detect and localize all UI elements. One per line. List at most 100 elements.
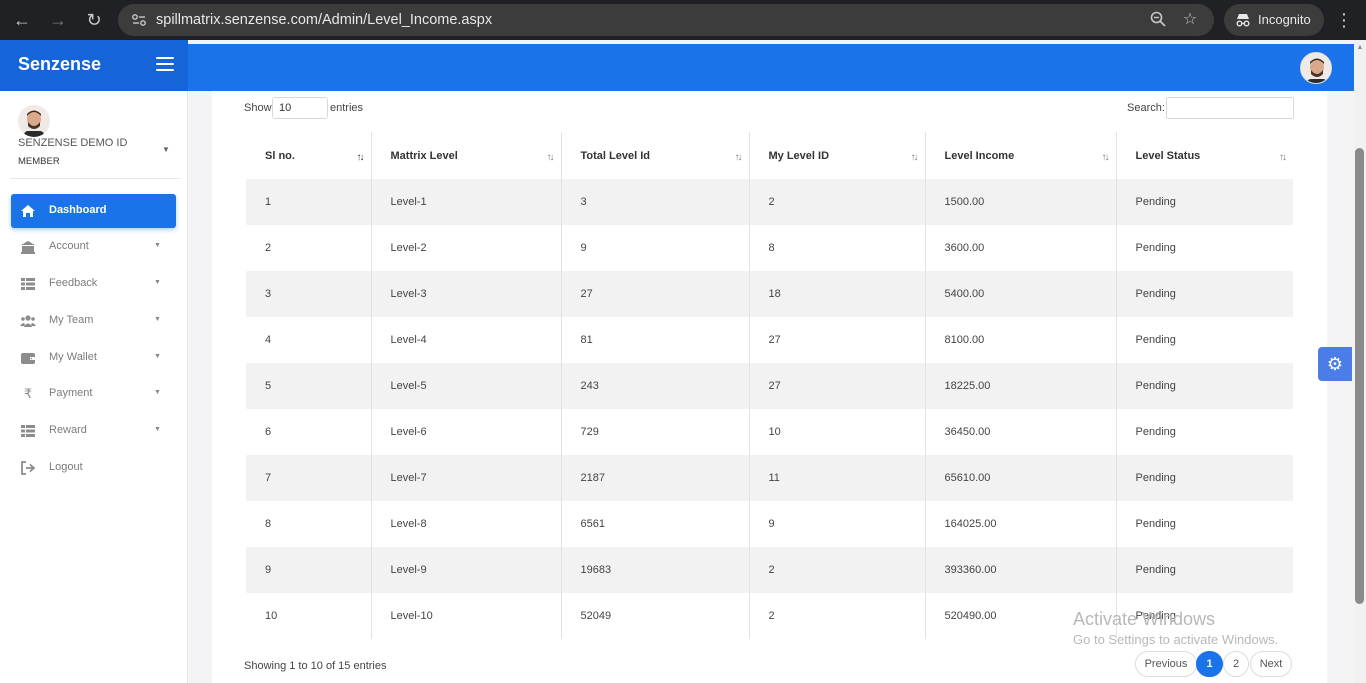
table-cell: 18 [749, 271, 926, 317]
chevron-down-icon[interactable]: ▼ [162, 145, 170, 154]
sidebar-item-label: Account [49, 240, 89, 252]
incognito-badge[interactable]: Incognito [1224, 4, 1324, 36]
table-cell: 2 [749, 179, 926, 225]
sidebar-divider [10, 178, 180, 179]
column-header-label: Level Status [1135, 149, 1201, 162]
bookmark-star-icon[interactable]: ☆ [1180, 10, 1200, 30]
avatar[interactable] [1300, 52, 1332, 84]
sidebar-item-label: Payment [49, 387, 93, 399]
column-header-level-income[interactable]: Level Income ↑↓ [925, 132, 1117, 179]
forward-arrow-icon[interactable]: → [46, 8, 70, 32]
table-row: 8 Level-8 6561 9 164025.00 Pending [246, 501, 1293, 547]
sort-icon: ↑↓ [1101, 152, 1110, 163]
sidebar-item-dashboard[interactable]: Dashboard [11, 194, 176, 228]
home-icon [20, 203, 36, 219]
table-cell: Pending [1116, 271, 1293, 317]
table-cell: 2187 [561, 455, 750, 501]
chevron-down-icon: ▼ [154, 353, 161, 360]
table-cell: Level-1 [371, 179, 562, 225]
table-cell: 9 [749, 501, 926, 547]
column-header-label: Level Income [944, 149, 1015, 162]
pagination-next-button[interactable]: Next [1250, 651, 1292, 677]
pagination-page-2[interactable]: 2 [1223, 651, 1249, 677]
wallet-icon [20, 350, 36, 366]
table-row: 4 Level-4 81 27 8100.00 Pending [246, 317, 1293, 363]
entries-select[interactable]: 10 [272, 97, 328, 119]
table-cell: 2 [246, 225, 372, 271]
column-header-sl-no[interactable]: Sl no. ↑↓ [246, 132, 372, 179]
address-bar[interactable]: spillmatrix.senzense.com/Admin/Level_Inc… [118, 4, 1214, 36]
table-row: 7 Level-7 2187 11 65610.00 Pending [246, 455, 1293, 501]
table-cell: 65610.00 [925, 455, 1117, 501]
table-cell: 1500.00 [925, 179, 1117, 225]
scroll-up-arrow-icon[interactable]: ▲ [1356, 44, 1364, 52]
chevron-down-icon: ▼ [154, 389, 161, 396]
table-cell: 9 [561, 225, 750, 271]
table-row: 3 Level-3 27 18 5400.00 Pending [246, 271, 1293, 317]
sidebar-user-role: MEMBER [18, 156, 60, 167]
hamburger-menu-icon[interactable] [156, 57, 174, 73]
settings-gear-icon[interactable]: ⚙ [1318, 347, 1352, 381]
table-cell: 8100.00 [925, 317, 1117, 363]
watermark-title: Activate Windows [1073, 609, 1216, 629]
menu-kebab-icon[interactable]: ⋮ [1334, 8, 1354, 32]
chevron-down-icon: ▼ [154, 242, 161, 249]
sidebar-item-account[interactable]: Account ▼ [11, 230, 176, 264]
table-cell: 11 [749, 455, 926, 501]
column-header-label: Sl no. [265, 149, 295, 162]
table-cell: 164025.00 [925, 501, 1117, 547]
table-cell: Level-7 [371, 455, 562, 501]
table-cell: Level-3 [371, 271, 562, 317]
search-input[interactable] [1166, 97, 1294, 119]
zoom-icon[interactable] [1148, 10, 1168, 30]
sidebar-item-my-wallet[interactable]: My Wallet ▼ [11, 341, 176, 375]
column-header-total-level-id[interactable]: Total Level Id ↑↓ [561, 132, 750, 179]
bank-icon [20, 239, 36, 255]
sidebar-item-my-team[interactable]: My Team ▼ [11, 304, 176, 338]
rupee-icon: ₹ [23, 386, 33, 401]
sidebar-item-logout[interactable]: Logout [11, 451, 176, 485]
table-cell: 19683 [561, 547, 750, 593]
sidebar-item-payment[interactable]: ₹ Payment ▼ [11, 377, 176, 411]
table-cell: 27 [749, 317, 926, 363]
table-cell: 9 [246, 547, 372, 593]
table-cell: Level-2 [371, 225, 562, 271]
chevron-down-icon: ▼ [154, 426, 161, 433]
sidebar-item-label: My Wallet [49, 351, 97, 363]
brand-logo-text[interactable]: Senzense [18, 54, 101, 75]
site-settings-icon[interactable] [130, 11, 148, 29]
table-cell: 7 [246, 455, 372, 501]
sidebar-item-reward[interactable]: Reward ▼ [11, 414, 176, 448]
back-arrow-icon[interactable]: ← [10, 8, 34, 32]
sidebar-user-name: SENZENSE DEMO ID [18, 137, 128, 149]
pagination-page-1[interactable]: 1 [1196, 651, 1223, 677]
sort-icon: ↑↓ [910, 152, 919, 163]
column-header-mattrix-level[interactable]: Mattrix Level ↑↓ [371, 132, 562, 179]
scrollbar-thumb[interactable] [1355, 148, 1364, 604]
column-header-label: Mattrix Level [390, 149, 458, 162]
watermark-subtitle: Go to Settings to activate Windows. [1073, 632, 1279, 647]
table-cell: Level-9 [371, 547, 562, 593]
table-row: 2 Level-2 9 8 3600.00 Pending [246, 225, 1293, 271]
reload-icon[interactable]: ↻ [82, 8, 106, 32]
brand-bar: Senzense [0, 40, 188, 91]
table-info: Showing 1 to 10 of 15 entries [244, 660, 387, 672]
sort-icon: ↑↓ [356, 152, 365, 163]
pagination-previous-button[interactable]: Previous [1135, 651, 1197, 677]
table-cell: 8 [246, 501, 372, 547]
sidebar-item-feedback[interactable]: Feedback ▼ [11, 267, 176, 301]
chevron-down-icon: ▼ [154, 279, 161, 286]
table-cell: Pending [1116, 455, 1293, 501]
table-cell: 8 [749, 225, 926, 271]
column-header-level-status[interactable]: Level Status ↑↓ [1116, 132, 1293, 179]
sort-icon: ↑↓ [734, 152, 743, 163]
sidebar-item-label: My Team [49, 314, 94, 326]
logout-icon [20, 460, 36, 476]
table-cell: 27 [749, 363, 926, 409]
column-header-my-level-id[interactable]: My Level ID ↑↓ [749, 132, 926, 179]
url-text[interactable]: spillmatrix.senzense.com/Admin/Level_Inc… [156, 11, 492, 29]
sidebar-item-label: Feedback [49, 277, 98, 289]
table-cell: 3 [561, 179, 750, 225]
table-cell: 18225.00 [925, 363, 1117, 409]
table-cell: 6 [246, 409, 372, 455]
